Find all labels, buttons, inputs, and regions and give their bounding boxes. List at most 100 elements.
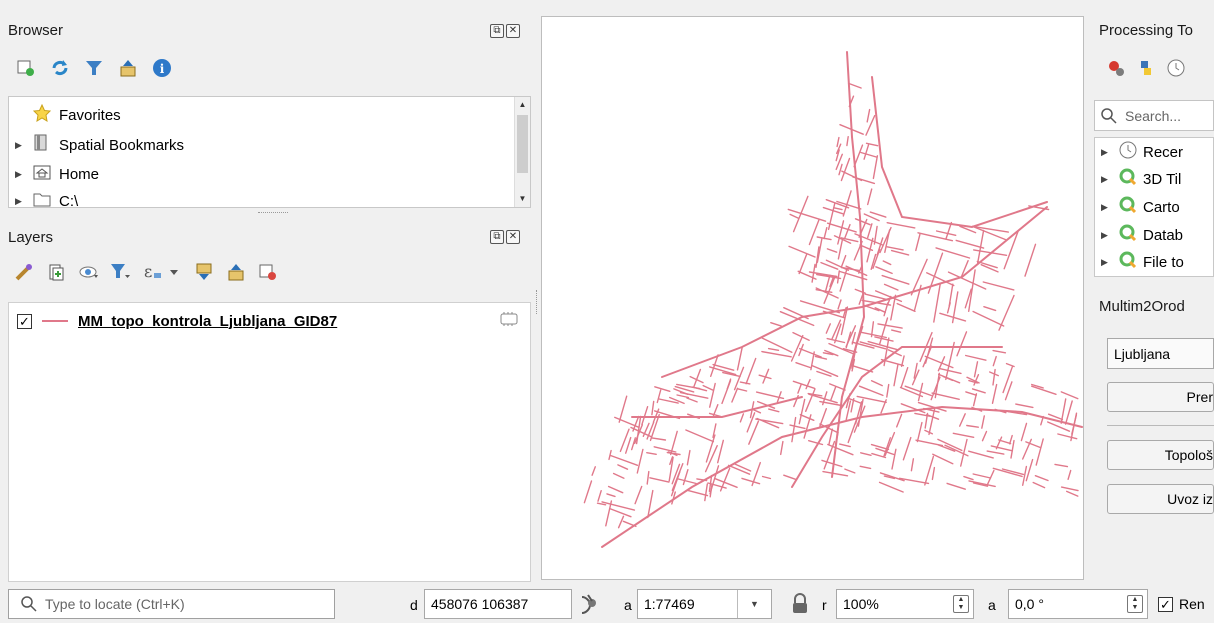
road-segment xyxy=(605,500,613,527)
qgis-icon xyxy=(1119,168,1137,190)
processing-item-database[interactable]: ▶ Datab xyxy=(1095,222,1183,248)
add-group-icon[interactable] xyxy=(46,262,66,282)
browser-item-favorites[interactable]: Favorites xyxy=(9,102,121,128)
left-splitter-handle[interactable] xyxy=(536,290,539,314)
layer-name[interactable]: MM_topo_kontrola_Ljubljana_GID87 xyxy=(78,313,337,330)
filter-legend-icon[interactable] xyxy=(110,262,130,282)
road-segment xyxy=(910,458,915,472)
plugin-button-1[interactable]: Prer xyxy=(1107,382,1214,412)
road-segment xyxy=(837,239,843,260)
render-toggle[interactable]: ✓ Ren xyxy=(1158,596,1205,612)
coordinate-field[interactable]: 458076 106387 xyxy=(424,589,572,619)
history-clock-icon[interactable] xyxy=(1166,58,1186,78)
browser-item-spatial-bookmarks[interactable]: ▶ Spatial Bookmarks xyxy=(9,132,184,158)
search-icon xyxy=(21,596,37,612)
refresh-icon[interactable] xyxy=(50,58,70,78)
city-combobox[interactable]: Ljubljana xyxy=(1107,338,1214,369)
filter-icon[interactable] xyxy=(84,58,104,78)
float-panel-icon[interactable]: ⧉ xyxy=(490,230,504,244)
collapse-all-icon[interactable] xyxy=(226,262,246,282)
expand-all-icon[interactable] xyxy=(194,262,214,282)
road-segment xyxy=(792,380,816,389)
road-segment xyxy=(798,253,808,275)
road-segment xyxy=(900,367,909,388)
processing-search-field[interactable]: Search... xyxy=(1094,100,1214,131)
layers-toolbar: ε xyxy=(14,262,278,282)
plugin-panel-title: Multim2Orod xyxy=(1099,298,1185,315)
road-segment xyxy=(825,323,831,334)
road-segment xyxy=(622,520,637,528)
remove-layer-icon[interactable] xyxy=(258,262,278,282)
road-segment xyxy=(741,477,761,485)
expand-arrow-icon[interactable]: ▶ xyxy=(15,140,25,151)
processing-item-3d-tiles[interactable]: ▶ 3D Til xyxy=(1095,166,1181,192)
road-segment xyxy=(702,384,714,391)
road-segment xyxy=(632,415,640,432)
browser-item-c-drive[interactable]: ▶ C:\ xyxy=(9,188,78,208)
toggle-extents-mouse-icon[interactable] xyxy=(578,593,600,619)
browser-item-home[interactable]: ▶ Home xyxy=(9,161,99,187)
lock-scale-icon[interactable] xyxy=(790,593,810,619)
road-segment xyxy=(847,82,862,89)
locator-search-field[interactable]: Type to locate (Ctrl+K) xyxy=(8,589,335,619)
road-segment xyxy=(846,135,849,147)
arterial-road xyxy=(871,76,1048,229)
plugin-button-topology[interactable]: Topološ xyxy=(1107,440,1214,470)
render-checkbox[interactable]: ✓ xyxy=(1158,596,1173,612)
scroll-up-icon[interactable]: ▲ xyxy=(515,97,530,113)
layer-visibility-checkbox[interactable]: ✓ xyxy=(17,313,32,329)
spinbox-arrows-icon[interactable]: ▲ ▼ xyxy=(953,595,969,613)
python-icon[interactable] xyxy=(1136,58,1156,78)
spinbox-arrows-icon[interactable]: ▲ ▼ xyxy=(1127,595,1143,613)
road-segment xyxy=(939,368,962,375)
processing-item-recent[interactable]: ▶ Recer xyxy=(1095,139,1183,165)
road-segment xyxy=(971,388,986,394)
road-segment xyxy=(689,375,704,384)
scroll-thumb[interactable] xyxy=(517,115,528,173)
close-panel-icon[interactable]: ✕ xyxy=(506,230,520,244)
road-segment xyxy=(896,413,903,428)
close-panel-icon[interactable]: ✕ xyxy=(506,24,520,38)
magnifier-spinbox[interactable]: 100% ▲ ▼ xyxy=(836,589,974,619)
layer-row[interactable]: ✓ MM_topo_kontrola_Ljubljana_GID87 xyxy=(17,308,337,334)
road-segment xyxy=(826,248,838,253)
scale-combobox[interactable]: 1:77469 ▼ xyxy=(637,589,772,619)
road-segment xyxy=(767,347,780,351)
road-segment xyxy=(924,455,935,486)
road-segment xyxy=(879,472,905,482)
browser-item-label: Favorites xyxy=(59,106,121,124)
models-gear-icon[interactable] xyxy=(1106,58,1126,78)
folder-icon xyxy=(33,191,53,207)
add-layer-icon[interactable] xyxy=(16,58,36,78)
road-segment xyxy=(685,429,715,443)
layers-tree: ✓ MM_topo_kontrola_Ljubljana_GID87 xyxy=(8,302,531,582)
expression-filter-icon[interactable]: ε xyxy=(142,262,182,282)
expand-arrow-icon[interactable]: ▶ xyxy=(15,169,25,180)
browser-scrollbar[interactable]: ▲ ▼ xyxy=(514,97,530,207)
collapse-all-icon[interactable] xyxy=(118,58,138,78)
qgis-icon xyxy=(1119,196,1137,218)
float-panel-icon[interactable]: ⧉ xyxy=(490,24,504,38)
road-segment xyxy=(973,361,979,378)
road-segment xyxy=(634,485,643,505)
road-segment xyxy=(837,299,842,310)
splitter-handle[interactable] xyxy=(258,212,288,214)
rotation-spinbox[interactable]: 0,0 ° ▲ ▼ xyxy=(1008,589,1148,619)
home-folder-icon xyxy=(33,164,53,184)
road-segment xyxy=(1060,391,1079,400)
plugin-button-import[interactable]: Uvoz iz xyxy=(1107,484,1214,514)
road-segment xyxy=(751,408,762,414)
visibility-eye-icon[interactable] xyxy=(78,262,98,282)
map-canvas[interactable] xyxy=(541,16,1084,580)
expand-arrow-icon[interactable]: ▶ xyxy=(15,196,25,207)
style-brush-icon[interactable] xyxy=(14,262,34,282)
processing-item-file-tools[interactable]: ▶ File to xyxy=(1095,249,1184,275)
scroll-down-icon[interactable]: ▼ xyxy=(515,191,530,207)
svg-text:i: i xyxy=(160,62,165,76)
chevron-down-icon[interactable]: ▼ xyxy=(737,590,771,618)
processing-item-cartography[interactable]: ▶ Carto xyxy=(1095,194,1180,220)
road-segment xyxy=(935,230,957,237)
road-segment xyxy=(1020,422,1028,442)
processing-panel-title: Processing To xyxy=(1099,22,1193,39)
info-icon[interactable]: i xyxy=(152,58,172,78)
